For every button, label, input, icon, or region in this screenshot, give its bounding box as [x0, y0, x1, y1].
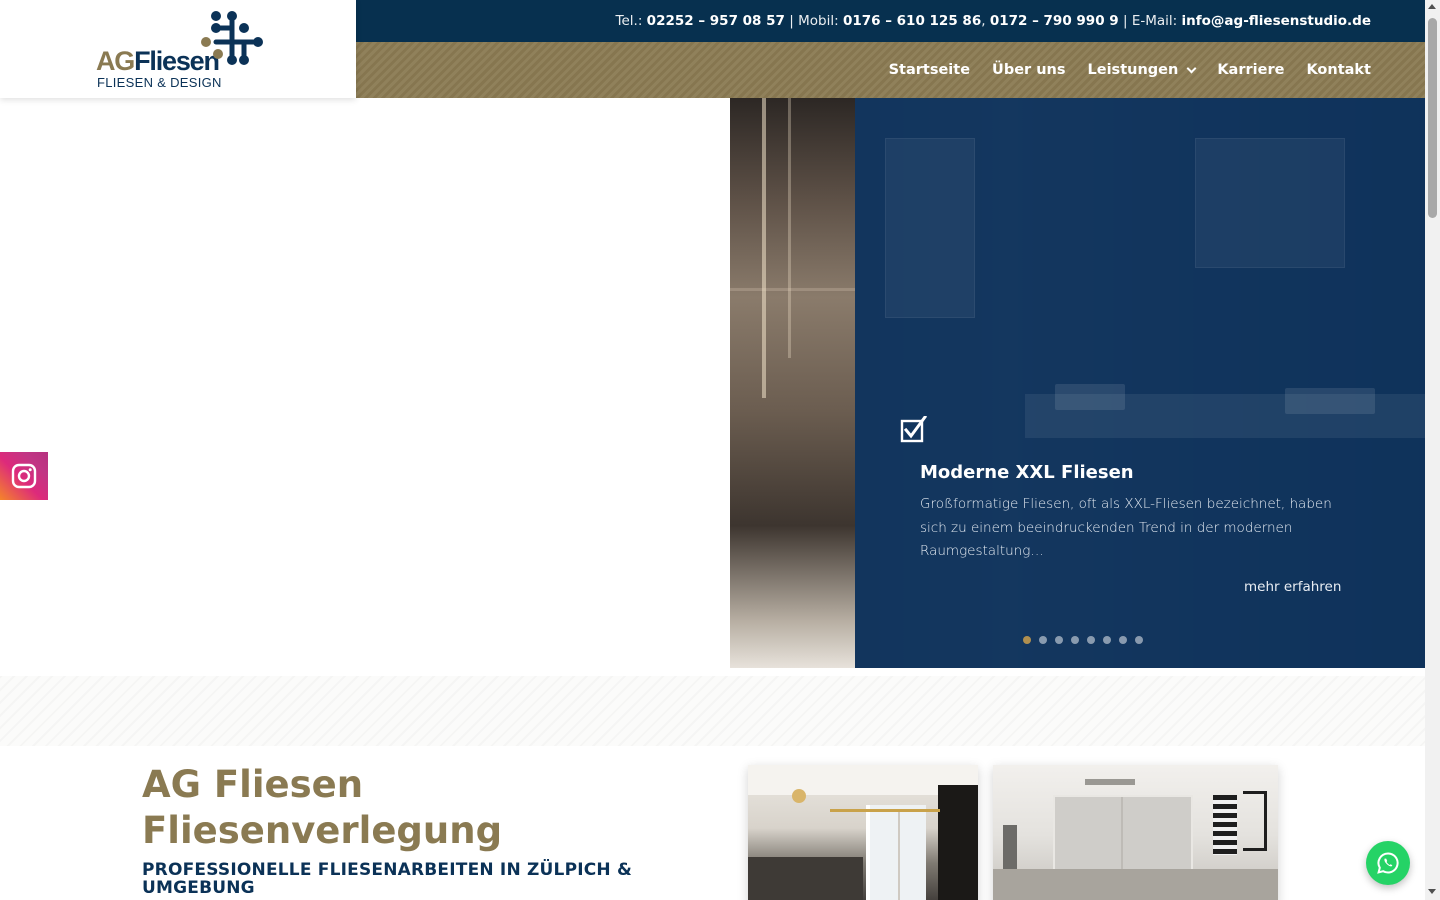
- photo-detail: [730, 288, 855, 291]
- photo-detail: [762, 98, 766, 398]
- photo-detail: [830, 809, 940, 812]
- slider-pagination: [1023, 636, 1143, 644]
- photo-detail: [993, 869, 1278, 900]
- gallery-image-bathroom[interactable]: [993, 765, 1278, 900]
- scroll-down-arrow-icon[interactable]: [1428, 889, 1436, 894]
- bath-background-detail: [1195, 138, 1345, 268]
- slider-background-photo: [730, 98, 855, 668]
- slide-text: Großformatige Fliesen, oft als XXL-Flies…: [920, 496, 1332, 559]
- photo-detail: [1003, 825, 1017, 869]
- mobil-label: Mobil:: [798, 13, 839, 29]
- scrollbar[interactable]: [1425, 0, 1440, 900]
- intro-subheading: PROFESSIONELLE FLIESENARBEITEN IN ZÜLPIC…: [142, 860, 632, 898]
- photo-detail: [748, 857, 863, 900]
- slider-dot[interactable]: [1023, 636, 1031, 644]
- slider-dot[interactable]: [1039, 636, 1047, 644]
- logo-wordmark-ag: AG: [96, 46, 135, 76]
- intro-heading-line1: AG Fliesen: [142, 763, 364, 806]
- gallery-image-kitchen[interactable]: [748, 765, 978, 900]
- photo-detail: [792, 789, 806, 803]
- nav-item-leistungen-label: Leistungen: [1087, 62, 1179, 78]
- comma: ,: [981, 13, 986, 29]
- photo-detail: [1243, 791, 1267, 851]
- photo-detail: [938, 785, 978, 900]
- slider-dot[interactable]: [1087, 636, 1095, 644]
- slide-title: Moderne XXL Fliesen: [920, 462, 1134, 483]
- read-more-link[interactable]: mehr erfahren: [1244, 579, 1341, 595]
- whatsapp-icon: [1377, 852, 1399, 874]
- mobile-link-2[interactable]: 0172 – 790 990 9: [990, 13, 1119, 29]
- photo-detail: [898, 810, 900, 900]
- site-logo[interactable]: AGFliesen FLIESEN & DESIGN: [96, 8, 266, 92]
- nav-item-startseite[interactable]: Startseite: [889, 62, 970, 78]
- hero-slider: Moderne XXL Fliesen Großformatige Fliese…: [730, 98, 1425, 668]
- slider-dot[interactable]: [1135, 636, 1143, 644]
- tel-label: Tel.:: [615, 13, 643, 29]
- email-label: E-Mail:: [1131, 13, 1178, 29]
- phone-link[interactable]: 02252 – 957 08 57: [647, 13, 785, 29]
- contact-bar: Tel.: 02252 – 957 08 57 | Mobil: 0176 – …: [356, 0, 1425, 42]
- mobile-link-1[interactable]: 0176 – 610 125 86: [843, 13, 981, 29]
- nav-item-kontakt[interactable]: Kontakt: [1306, 62, 1371, 78]
- slider-dot[interactable]: [1071, 636, 1079, 644]
- nav-item-karriere[interactable]: Karriere: [1217, 62, 1284, 78]
- header-logo-panel: AGFliesen FLIESEN & DESIGN: [0, 0, 356, 98]
- decorative-pattern-band: [0, 676, 1425, 746]
- logo-tagline: FLIESEN & DESIGN: [97, 75, 222, 90]
- intro-heading-line2: Fliesenverlegung: [142, 809, 503, 852]
- whatsapp-button[interactable]: [1366, 841, 1410, 885]
- page: AGFliesen FLIESEN & DESIGN Tel.: 02252 –…: [0, 0, 1440, 900]
- instagram-icon: [11, 463, 37, 489]
- nav-item-leistungen[interactable]: Leistungen: [1087, 62, 1197, 78]
- bath-background-detail: [1055, 384, 1125, 410]
- photo-detail: [788, 98, 791, 358]
- instagram-button[interactable]: [0, 452, 48, 500]
- bath-background-detail: [1285, 388, 1375, 414]
- slider-dot[interactable]: [1103, 636, 1111, 644]
- separator: |: [1123, 13, 1128, 29]
- email-link[interactable]: info@ag-fliesenstudio.de: [1182, 13, 1371, 29]
- checkbox-check-icon: [900, 416, 928, 443]
- nav-item-ueber-uns[interactable]: Über uns: [992, 62, 1065, 78]
- separator: |: [789, 13, 794, 29]
- slider-dot[interactable]: [1119, 636, 1127, 644]
- scrollbar-thumb[interactable]: [1428, 18, 1437, 218]
- main-navigation-bar: Startseite Über uns Leistungen Karriere …: [356, 42, 1425, 98]
- bath-background-detail: [885, 138, 975, 318]
- main-menu: Startseite Über uns Leistungen Karriere …: [889, 42, 1371, 98]
- intro-heading: AG Fliesen Fliesenverlegung: [142, 762, 702, 854]
- logo-molecule-icon: [201, 11, 263, 65]
- slider-dot[interactable]: [1055, 636, 1063, 644]
- photo-detail: [1085, 779, 1135, 785]
- chevron-down-icon: [1186, 63, 1197, 73]
- photo-detail: [1213, 795, 1237, 855]
- photo-detail: [866, 805, 926, 900]
- scroll-up-arrow-icon[interactable]: [1428, 4, 1436, 9]
